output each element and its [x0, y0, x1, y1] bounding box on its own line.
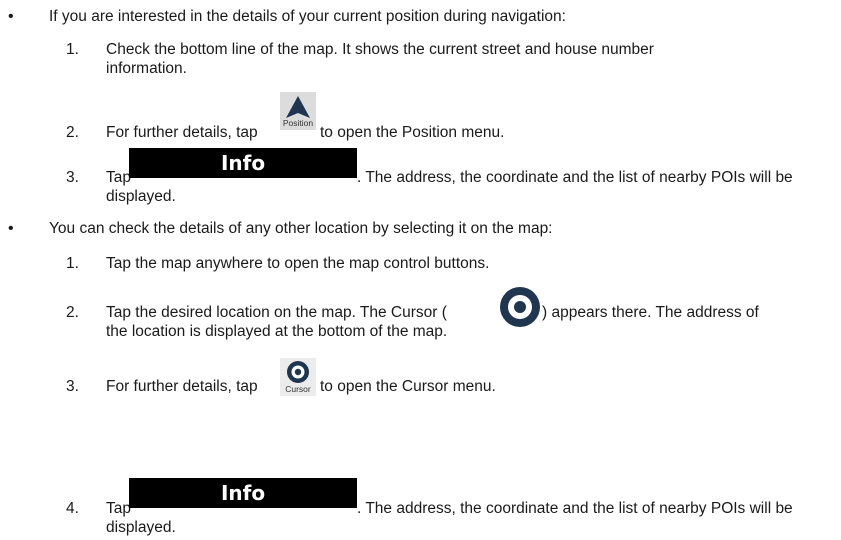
- step-number: 2.: [66, 124, 79, 141]
- navigation-arrow-icon: [286, 96, 310, 118]
- step-text-after: to open the Position menu.: [320, 124, 505, 141]
- cursor-target-icon: [287, 361, 309, 383]
- step-text: For further details, tap: [106, 378, 258, 395]
- step-number: 4.: [66, 500, 79, 517]
- step-number: 1.: [66, 41, 79, 58]
- step-number: 3.: [66, 378, 79, 395]
- bullet-text: You can check the details of any other l…: [49, 220, 553, 237]
- step-text-after: to open the Cursor menu.: [320, 378, 496, 395]
- step-number: 2.: [66, 304, 79, 321]
- step-text: Tap the desired location on the map. The…: [106, 304, 447, 321]
- step-text-cont: displayed.: [106, 188, 176, 205]
- step-text-cont: displayed.: [106, 519, 176, 536]
- step-text: Tap: [106, 500, 131, 517]
- step-number: 1.: [66, 255, 79, 272]
- cursor-button[interactable]: Cursor: [280, 358, 316, 396]
- step-number: 3.: [66, 169, 79, 186]
- step-text-cont: the location is displayed at the bottom …: [106, 323, 448, 340]
- cursor-button-label: Cursor: [285, 384, 311, 394]
- info-button[interactable]: Info: [129, 478, 357, 508]
- step-text: For further details, tap: [106, 124, 258, 141]
- step-text: Check the bottom line of the map. It sho…: [106, 41, 654, 58]
- step-text-after: . The address, the coordinate and the li…: [357, 169, 793, 186]
- bullet-marker: •: [8, 8, 14, 25]
- bullet-text: If you are interested in the details of …: [49, 8, 566, 25]
- step-text: Tap the map anywhere to open the map con…: [106, 255, 490, 272]
- info-button[interactable]: Info: [129, 148, 357, 178]
- position-button[interactable]: Position: [280, 92, 316, 130]
- cursor-target-icon: [500, 287, 540, 327]
- step-text-after: . The address, the coordinate and the li…: [357, 500, 793, 517]
- step-text: Tap: [106, 169, 131, 186]
- bullet-marker: •: [8, 220, 14, 237]
- step-text-after: ) appears there. The address of: [542, 304, 759, 321]
- step-text-cont: information.: [106, 60, 187, 77]
- position-button-label: Position: [282, 118, 314, 128]
